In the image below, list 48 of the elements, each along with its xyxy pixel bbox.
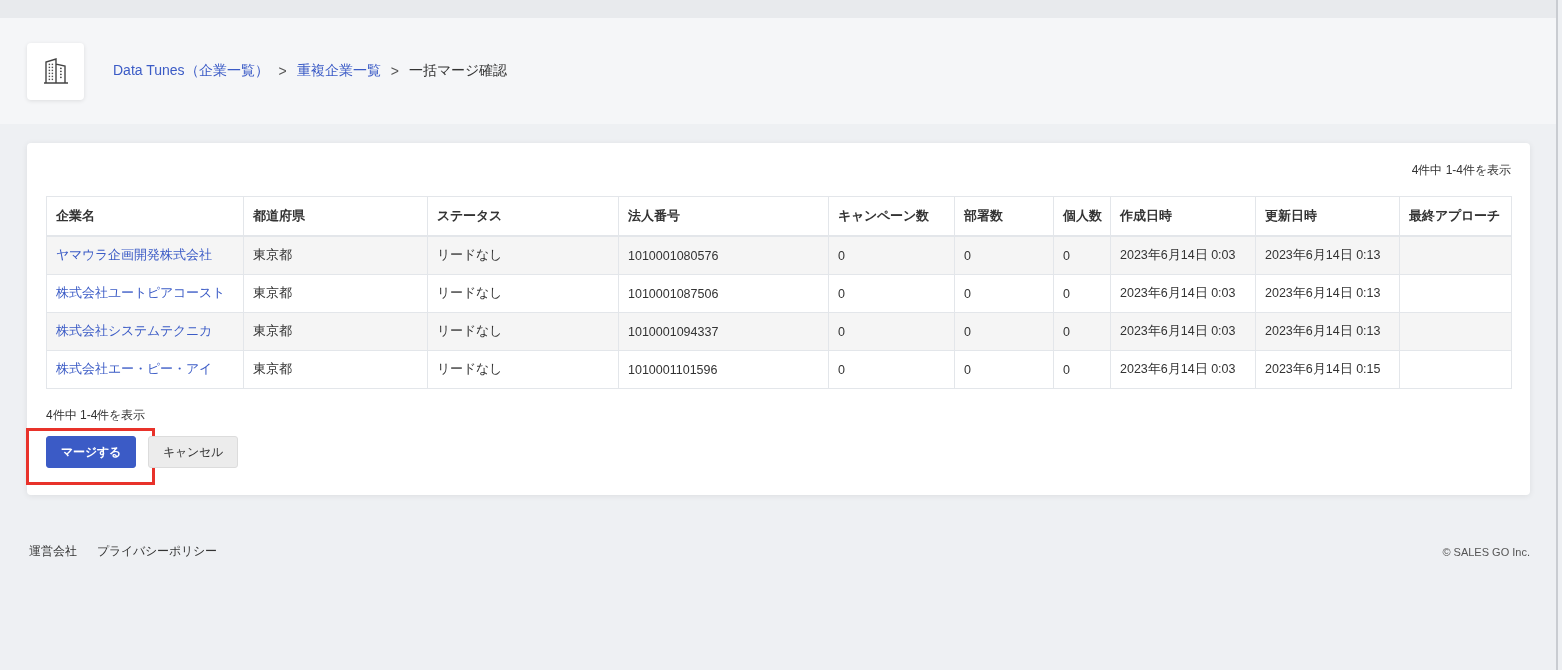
table-cell: 0 — [1053, 274, 1111, 313]
table-cell: 0 — [954, 274, 1054, 313]
result-count: 4件中 1-4件を表示 — [1411, 163, 1511, 177]
table-cell: 1010001094337 — [618, 312, 829, 351]
breadcrumb-link[interactable]: 重複企業一覧 — [296, 62, 381, 80]
cancel-button[interactable]: キャンセル — [148, 436, 238, 468]
table-cell: 0 — [954, 236, 1054, 275]
copyright-text: © SALES GO Inc. — [1442, 545, 1530, 558]
table-cell: 2023年6月14日 0:13 — [1255, 236, 1400, 275]
table-cell: リードなし — [427, 236, 619, 275]
footer-link[interactable]: 運営会社 — [29, 543, 77, 560]
table-cell: 0 — [954, 312, 1054, 351]
footer-link[interactable]: プライバシーポリシー — [97, 543, 217, 560]
table-cell: リードなし — [427, 350, 619, 389]
company-link[interactable]: ヤマウラ企画開発株式会社 — [56, 248, 212, 262]
table-cell: 0 — [828, 350, 955, 389]
table-cell: 0 — [1053, 350, 1111, 389]
table-cell: 2023年6月14日 0:03 — [1110, 350, 1256, 389]
company-link[interactable]: 株式会社システムテクニカ — [56, 324, 212, 338]
table-cell: 東京都 — [243, 236, 428, 275]
table-cell: 0 — [828, 236, 955, 275]
table-cell: 東京都 — [243, 274, 428, 313]
breadcrumb-current: 一括マージ確認 — [409, 62, 507, 80]
table-cell: 0 — [828, 312, 955, 351]
merge-button[interactable]: マージする — [46, 436, 136, 468]
table-cell: 0 — [828, 274, 955, 313]
company-link[interactable]: 株式会社エー・ピー・アイ — [56, 362, 212, 376]
table-cell: 1010001087506 — [618, 274, 829, 313]
company-link[interactable]: 株式会社ユートピアコースト — [56, 286, 225, 300]
table-cell: 2023年6月14日 0:13 — [1255, 274, 1400, 313]
table-cell: リードなし — [427, 274, 619, 313]
table-cell: 1010001080576 — [618, 236, 829, 275]
table-cell: 0 — [1053, 236, 1111, 275]
table-cell: 東京都 — [243, 312, 428, 351]
breadcrumb-separator: > — [390, 63, 399, 79]
table-cell: 2023年6月14日 0:03 — [1110, 236, 1256, 275]
table-cell: 2023年6月14日 0:03 — [1110, 274, 1256, 313]
table-cell: 2023年6月14日 0:13 — [1255, 312, 1400, 351]
breadcrumb-separator: > — [278, 63, 287, 79]
table-cell: 0 — [1053, 312, 1111, 351]
breadcrumb-link[interactable]: Data Tunes（企業一覧） — [113, 62, 269, 80]
table-cell: 2023年6月14日 0:15 — [1255, 350, 1400, 389]
table-cell: 1010001101596 — [618, 350, 829, 389]
table-cell: 東京都 — [243, 350, 428, 389]
table-cell: リードなし — [427, 312, 619, 351]
table-cell: 0 — [954, 350, 1054, 389]
result-count: 4件中 1-4件を表示 — [46, 408, 146, 422]
table-cell: 2023年6月14日 0:03 — [1110, 312, 1256, 351]
